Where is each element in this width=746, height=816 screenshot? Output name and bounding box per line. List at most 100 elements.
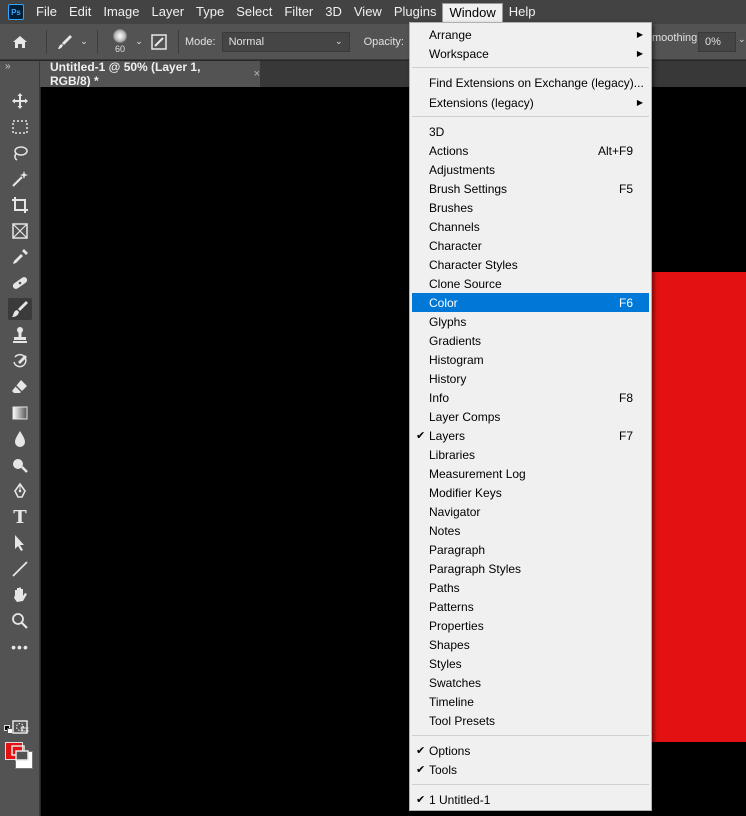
menu-item-modifier-keys[interactable]: Modifier Keys	[412, 483, 649, 502]
move-tool-icon[interactable]	[8, 90, 32, 112]
menu-item-channels[interactable]: Channels	[412, 217, 649, 236]
dodge-tool-icon[interactable]	[8, 454, 32, 476]
menu-select[interactable]: Select	[230, 1, 278, 23]
menu-item-paragraph[interactable]: Paragraph	[412, 540, 649, 559]
document-tab-title: Untitled-1 @ 50% (Layer 1, RGB/8) *	[50, 60, 201, 88]
menu-item-label: Shapes	[429, 637, 470, 652]
menu-help[interactable]: Help	[503, 1, 542, 23]
menu-window[interactable]: Window	[442, 2, 503, 23]
menu-item-info[interactable]: Info F8	[412, 388, 649, 407]
menu-item-extensions[interactable]: Extensions (legacy) ▶	[412, 93, 649, 112]
line-tool-icon[interactable]	[8, 558, 32, 580]
menu-item-tools[interactable]: ✔ Tools	[412, 760, 649, 779]
brush-preset-icon[interactable]	[53, 33, 77, 51]
menu-item-3d[interactable]: 3D	[412, 122, 649, 141]
home-icon[interactable]	[0, 33, 40, 51]
menu-image[interactable]: Image	[97, 1, 145, 23]
menu-item-character-styles[interactable]: Character Styles	[412, 255, 649, 274]
clone-stamp-tool-icon[interactable]	[8, 324, 32, 346]
menu-view[interactable]: View	[348, 1, 388, 23]
menu-item-document-untitled-1[interactable]: ✔ 1 Untitled-1	[412, 790, 649, 809]
menu-item-workspace[interactable]: Workspace ▶	[412, 44, 649, 63]
smoothing-input[interactable]: 0%	[698, 32, 736, 52]
marquee-tool-icon[interactable]	[8, 116, 32, 138]
gradient-tool-icon[interactable]	[8, 402, 32, 424]
menu-filter[interactable]: Filter	[278, 1, 319, 23]
close-icon[interactable]: ×	[254, 68, 260, 80]
menu-layer[interactable]: Layer	[146, 1, 191, 23]
lasso-tool-icon[interactable]	[8, 142, 32, 164]
menu-item-history[interactable]: History	[412, 369, 649, 388]
menu-item-gradients[interactable]: Gradients	[412, 331, 649, 350]
menu-separator	[412, 784, 649, 785]
eyedropper-tool-icon[interactable]	[8, 246, 32, 268]
menu-item-label: Layer Comps	[429, 409, 501, 424]
menu-type[interactable]: Type	[190, 1, 230, 23]
menu-item-paragraph-styles[interactable]: Paragraph Styles	[412, 559, 649, 578]
menu-item-styles[interactable]: Styles	[412, 654, 649, 673]
menu-item-brush-settings[interactable]: Brush Settings F5	[412, 179, 649, 198]
menu-plugins[interactable]: Plugins	[388, 1, 443, 23]
mode-value: Normal	[228, 35, 265, 48]
menu-item-actions[interactable]: Actions Alt+F9	[412, 141, 649, 160]
menu-item-label: Channels	[429, 219, 480, 234]
crop-tool-icon[interactable]	[8, 194, 32, 216]
window-menu-dropdown: Arrange ▶ Workspace ▶ Find Extensions on…	[409, 22, 652, 811]
menu-item-label: Notes	[429, 523, 461, 538]
brush-tool-icon[interactable]	[8, 298, 32, 320]
menu-item-tool-presets[interactable]: Tool Presets	[412, 711, 649, 730]
menu-item-label: Clone Source	[429, 276, 502, 291]
chevron-down-icon[interactable]: ⌄	[738, 34, 746, 45]
menu-item-shortcut: F5	[618, 181, 633, 196]
menu-file[interactable]: File	[30, 1, 63, 23]
menu-item-paths[interactable]: Paths	[412, 578, 649, 597]
menu-item-measurement-log[interactable]: Measurement Log	[412, 464, 649, 483]
frame-tool-icon[interactable]	[8, 220, 32, 242]
magic-wand-tool-icon[interactable]	[8, 168, 32, 190]
toggle-brush-settings-icon[interactable]	[146, 33, 172, 50]
menu-item-arrange[interactable]: Arrange ▶	[412, 25, 649, 44]
menu-item-color[interactable]: Color F6	[412, 293, 649, 312]
menu-item-label: Histogram	[429, 352, 484, 367]
menu-edit[interactable]: Edit	[63, 1, 97, 23]
menu-item-patterns[interactable]: Patterns	[412, 597, 649, 616]
hand-tool-icon[interactable]	[8, 584, 32, 606]
menu-item-layers[interactable]: ✔ Layers F7	[412, 426, 649, 445]
menu-item-find-extensions[interactable]: Find Extensions on Exchange (legacy)...	[412, 73, 649, 92]
collapse-panel-icon[interactable]: »	[5, 61, 11, 72]
blur-tool-icon[interactable]	[8, 428, 32, 450]
tools-panel: » T ••• ⇆	[0, 61, 40, 816]
menu-item-character[interactable]: Character	[412, 236, 649, 255]
screen-mode-icon[interactable]	[8, 742, 32, 764]
eraser-tool-icon[interactable]	[8, 376, 32, 398]
menu-item-options[interactable]: ✔ Options	[412, 741, 649, 760]
zoom-tool-icon[interactable]	[8, 610, 32, 632]
menu-item-glyphs[interactable]: Glyphs	[412, 312, 649, 331]
pen-tool-icon[interactable]	[8, 480, 32, 502]
menu-3d[interactable]: 3D	[319, 1, 348, 23]
menu-item-adjustments[interactable]: Adjustments	[412, 160, 649, 179]
history-brush-tool-icon[interactable]	[8, 350, 32, 372]
menu-item-timeline[interactable]: Timeline	[412, 692, 649, 711]
more-tools-icon[interactable]: •••	[8, 636, 32, 658]
chevron-down-icon[interactable]: ⌄	[132, 36, 146, 47]
healing-brush-tool-icon[interactable]	[8, 272, 32, 294]
brush-size-preview[interactable]: 60	[108, 27, 132, 57]
menu-item-histogram[interactable]: Histogram	[412, 350, 649, 369]
menu-item-clone-source[interactable]: Clone Source	[412, 274, 649, 293]
menu-item-swatches[interactable]: Swatches	[412, 673, 649, 692]
menu-item-brushes[interactable]: Brushes	[412, 198, 649, 217]
menu-item-navigator[interactable]: Navigator	[412, 502, 649, 521]
chevron-down-icon[interactable]: ⌄	[77, 36, 91, 47]
menu-item-properties[interactable]: Properties	[412, 616, 649, 635]
type-tool-icon[interactable]: T	[8, 506, 32, 528]
menu-item-libraries[interactable]: Libraries	[412, 445, 649, 464]
mode-dropdown[interactable]: Normal ⌄	[221, 31, 350, 52]
document-tab[interactable]: Untitled-1 @ 50% (Layer 1, RGB/8) * ×	[40, 60, 260, 88]
menu-item-notes[interactable]: Notes	[412, 521, 649, 540]
smoothing-label: moothing:	[652, 32, 701, 44]
path-selection-tool-icon[interactable]	[8, 532, 32, 554]
menu-item-shapes[interactable]: Shapes	[412, 635, 649, 654]
menu-item-layer-comps[interactable]: Layer Comps	[412, 407, 649, 426]
quick-mask-icon[interactable]	[8, 716, 32, 738]
